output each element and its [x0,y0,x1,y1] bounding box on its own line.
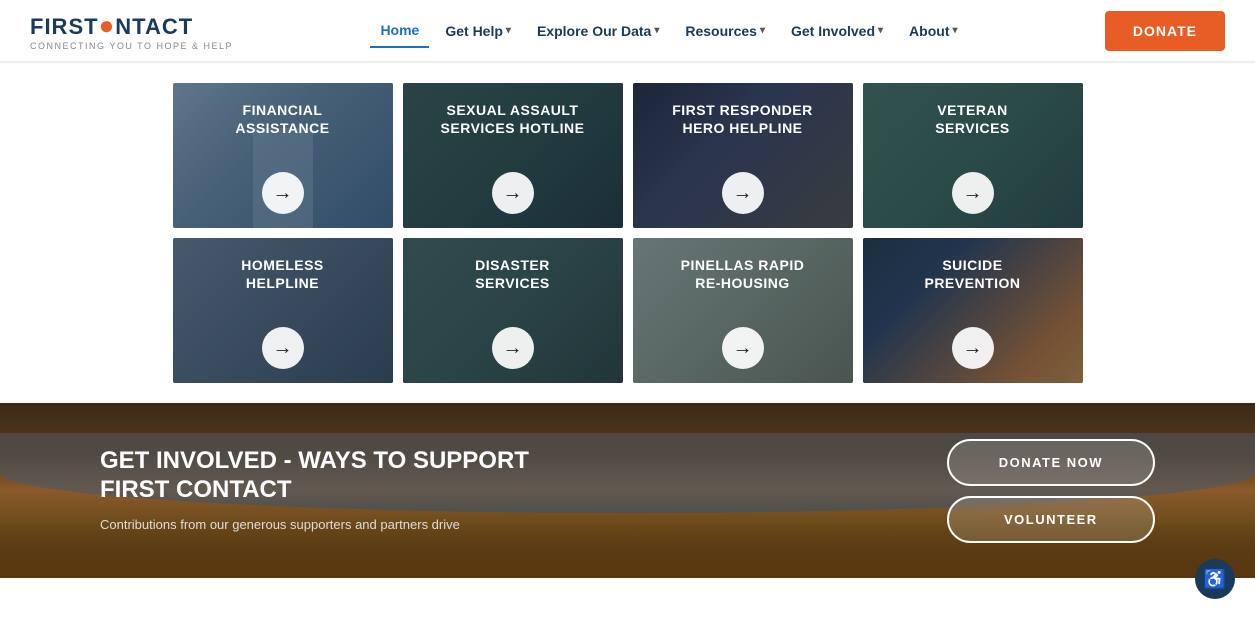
logo-area: FIRST●NTACT CONNECTING YOU TO HOPE & HEL… [30,10,233,51]
card-disaster-overlay: DISASTERSERVICES → [403,238,623,383]
card-financial-overlay: FINANCIALASSISTANCE → [173,83,393,228]
cards-section: FINANCIALASSISTANCE → SEXUAL ASSAULTSERV… [0,63,1255,403]
volunteer-button[interactable]: VOLUNTEER [947,496,1155,543]
card-sexual-arrow-icon: → [492,172,534,214]
nav-about[interactable]: About ▾ [899,15,967,47]
card-homeless-arrow-icon: → [262,327,304,369]
card-financial-title: FINANCIALASSISTANCE [235,101,329,137]
get-help-chevron-icon: ▾ [506,25,511,36]
card-financial-arrow-icon: → [262,172,304,214]
accessibility-button[interactable]: ♿ [1195,559,1235,599]
nav-explore-data[interactable]: Explore Our Data ▾ [527,15,669,47]
logo-text: FIRST●NTACT [30,10,193,41]
card-sexual-overlay: SEXUAL ASSAULTSERVICES HOTLINE → [403,83,623,228]
about-chevron-icon: ▾ [952,25,957,36]
card-disaster-arrow-icon: → [492,327,534,369]
card-veteran-arrow-icon: → [952,172,994,214]
card-veteran-overlay: VETERANSERVICES → [863,83,1083,228]
card-firstresponder-arrow-icon: → [722,172,764,214]
card-firstresponder-title: FIRST RESPONDERHERO HELPLINE [672,101,813,137]
card-homeless-title: HOMELESSHELPLINE [241,256,324,292]
donate-button[interactable]: DONATE [1105,11,1225,51]
nav-resources[interactable]: Resources ▾ [675,15,775,47]
main-nav: Home Get Help ▾ Explore Our Data ▾ Resou… [370,14,967,48]
card-pinellas-title: PINELLAS RAPIDRE-HOUSING [681,256,805,292]
card-sexual-title: SEXUAL ASSAULTSERVICES HOTLINE [441,101,585,137]
card-suicide-arrow-icon: → [952,327,994,369]
cards-row-1: FINANCIALASSISTANCE → SEXUAL ASSAULTSERV… [100,83,1155,228]
donate-now-button[interactable]: DONATE NOW [947,439,1155,486]
get-involved-title: GET INVOLVED - WAYS TO SUPPORTFIRST CONT… [100,447,529,505]
get-involved-buttons: DONATE NOW VOLUNTEER [947,439,1155,543]
card-sexual[interactable]: SEXUAL ASSAULTSERVICES HOTLINE → [403,83,623,228]
card-disaster-title: DISASTERSERVICES [475,256,550,292]
nav-get-involved[interactable]: Get Involved ▾ [781,15,893,47]
card-firstresponder[interactable]: FIRST RESPONDERHERO HELPLINE → [633,83,853,228]
card-suicide-overlay: SUICIDEPREVENTION → [863,238,1083,383]
card-homeless[interactable]: HOMELESSHELPLINE → [173,238,393,383]
card-homeless-overlay: HOMELESSHELPLINE → [173,238,393,383]
card-suicide-title: SUICIDEPREVENTION [924,256,1020,292]
card-financial[interactable]: FINANCIALASSISTANCE → [173,83,393,228]
card-firstresponder-overlay: FIRST RESPONDERHERO HELPLINE → [633,83,853,228]
header: FIRST●NTACT CONNECTING YOU TO HOPE & HEL… [0,0,1255,63]
get-involved-text: GET INVOLVED - WAYS TO SUPPORTFIRST CONT… [100,447,529,534]
resources-chevron-icon: ▾ [760,25,765,36]
card-pinellas[interactable]: PINELLAS RAPIDRE-HOUSING → [633,238,853,383]
get-involved-content: GET INVOLVED - WAYS TO SUPPORTFIRST CONT… [0,409,1255,573]
card-disaster[interactable]: DISASTERSERVICES → [403,238,623,383]
cards-row-2: HOMELESSHELPLINE → DISASTERSERVICES → PI… [100,238,1155,383]
explore-chevron-icon: ▾ [654,25,659,36]
card-suicide[interactable]: SUICIDEPREVENTION → [863,238,1083,383]
card-veteran[interactable]: VETERANSERVICES → [863,83,1083,228]
accessibility-icon: ♿ [1204,569,1226,590]
card-pinellas-overlay: PINELLAS RAPIDRE-HOUSING → [633,238,853,383]
card-veteran-title: VETERANSERVICES [935,101,1010,137]
nav-home[interactable]: Home [370,14,429,48]
get-involved-chevron-icon: ▾ [878,25,883,36]
card-pinellas-arrow-icon: → [722,327,764,369]
get-involved-section: GET INVOLVED - WAYS TO SUPPORTFIRST CONT… [0,403,1255,578]
nav-get-help[interactable]: Get Help ▾ [435,15,521,47]
logo-subtitle: CONNECTING YOU TO HOPE & HELP [30,41,233,51]
get-involved-subtitle: Contributions from our generous supporte… [100,515,529,535]
